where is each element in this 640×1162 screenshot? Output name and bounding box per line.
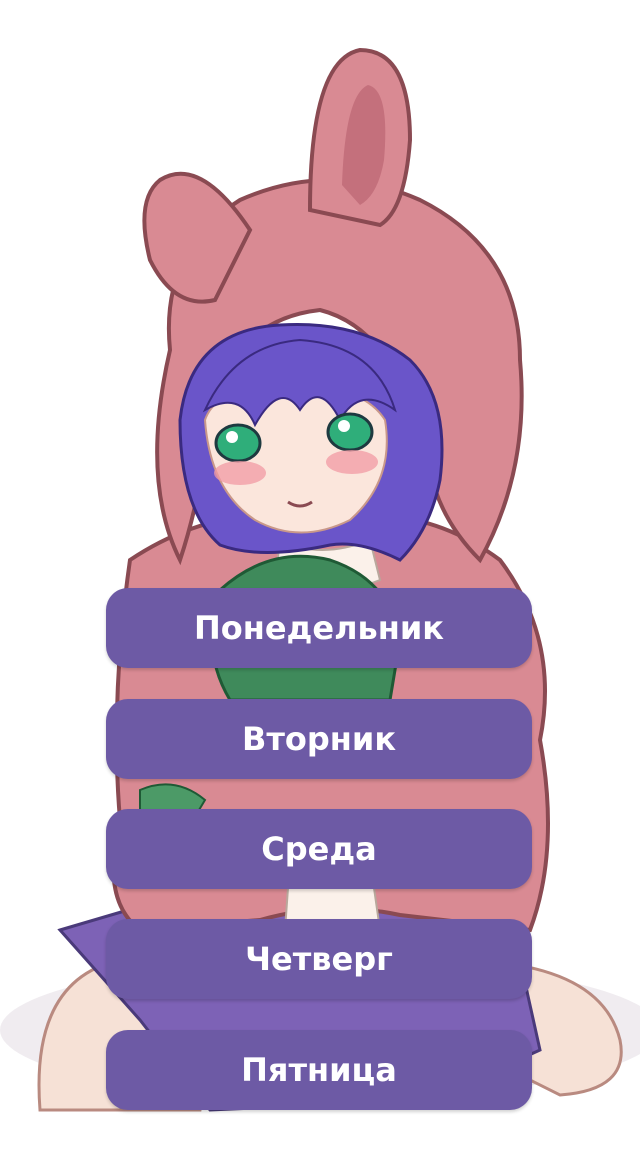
left-blush: [214, 461, 266, 485]
friday-button[interactable]: Пятница: [106, 1030, 532, 1110]
right-eye: [326, 412, 374, 452]
tuesday-button[interactable]: Вторник: [106, 699, 532, 779]
thursday-button[interactable]: Четверг: [106, 919, 532, 999]
left-eye-highlight: [226, 431, 238, 443]
right-blush: [326, 450, 378, 474]
monday-button[interactable]: Понедельник: [106, 588, 532, 668]
left-eye: [214, 423, 262, 463]
app-screen: Понедельник Вторник Среда Четверг Пятниц…: [0, 0, 640, 1162]
wednesday-button[interactable]: Среда: [106, 809, 532, 889]
right-eye-highlight: [338, 420, 350, 432]
